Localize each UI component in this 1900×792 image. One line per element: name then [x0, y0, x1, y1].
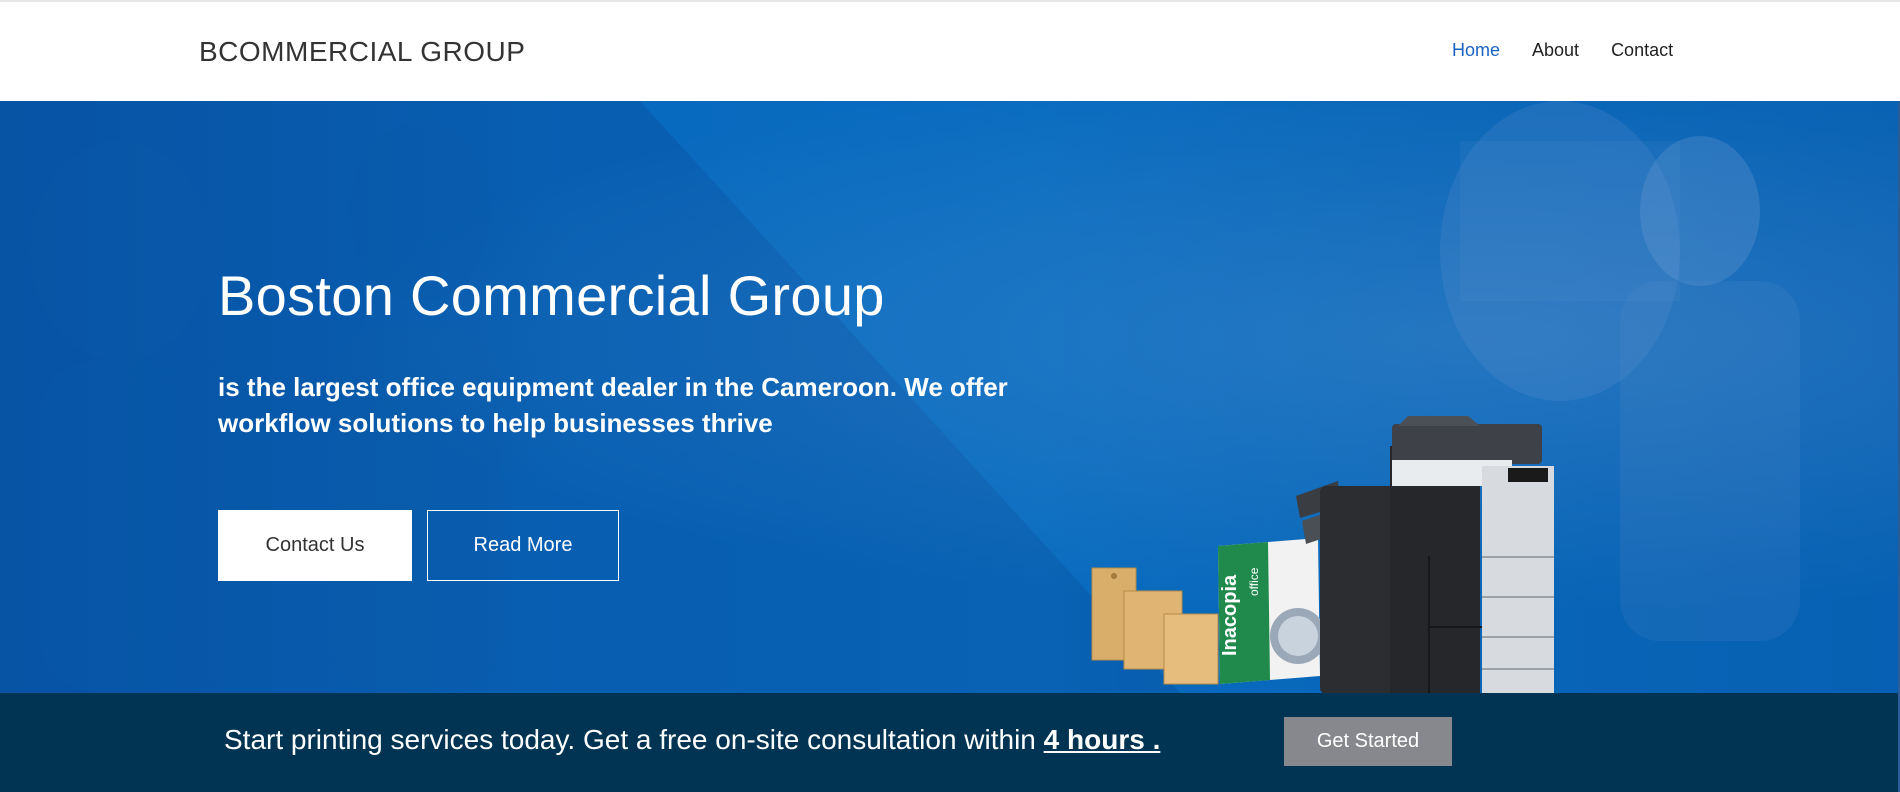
cta-band: Start printing services today. Get a fre…	[0, 693, 1898, 792]
paper-ream-box: Inacopia office	[1218, 538, 1326, 684]
cta-highlight: 4 hours .	[1043, 724, 1161, 755]
nav-link-contact[interactable]: Contact	[1611, 40, 1673, 61]
hero-title: Boston Commercial Group	[218, 264, 885, 327]
hero-section: Boston Commercial Group is the largest o…	[0, 101, 1900, 693]
navbar: BCOMMERCIAL GROUP Home About Contact	[0, 2, 1900, 101]
get-started-button[interactable]: Get Started	[1284, 717, 1452, 766]
main-nav: Home About Contact	[1452, 40, 1673, 61]
nav-link-home[interactable]: Home	[1452, 40, 1500, 61]
multifunction-printer	[1296, 416, 1554, 693]
cta-main-text: Start printing services today. Get a fre…	[224, 724, 1044, 755]
cta-text: Start printing services today. Get a fre…	[224, 724, 1160, 756]
paper-box-brand: Inacopia	[1219, 574, 1241, 656]
brand-logo-text[interactable]: BCOMMERCIAL GROUP	[199, 36, 525, 68]
envelopes-image	[1091, 567, 1219, 685]
contact-us-button[interactable]: Contact Us	[218, 510, 412, 581]
read-more-button[interactable]: Read More	[427, 510, 619, 581]
paper-box-label: office	[1247, 567, 1261, 596]
office-products-image: Inacopia office	[1091, 416, 1554, 693]
hero-subtitle: is the largest office equipment dealer i…	[218, 372, 1008, 438]
nav-link-about[interactable]: About	[1532, 40, 1579, 61]
